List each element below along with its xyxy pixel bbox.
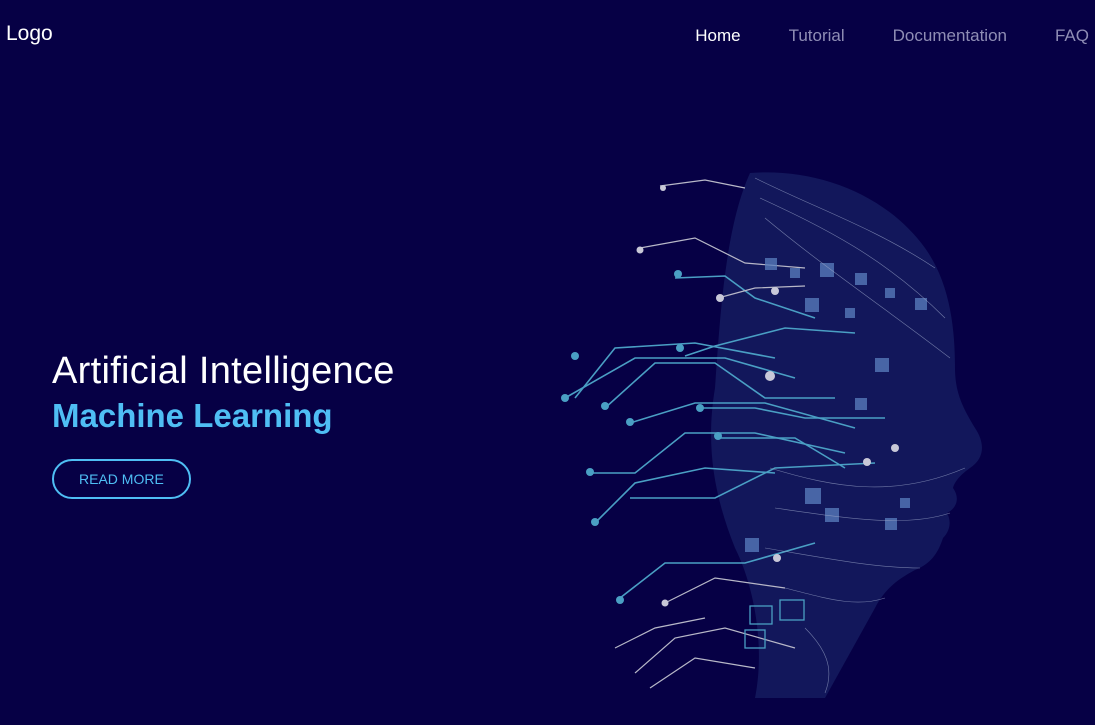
landing-page: Logo Home Tutorial Documentation FAQ Art… bbox=[0, 0, 1095, 725]
hero-text: Artificial Intelligence Machine Learning… bbox=[52, 350, 395, 499]
nav-documentation[interactable]: Documentation bbox=[893, 26, 1007, 46]
hero-title: Artificial Intelligence bbox=[52, 350, 395, 392]
ai-head-illustration bbox=[561, 172, 982, 698]
nav-home[interactable]: Home bbox=[695, 26, 740, 46]
logo[interactable]: Logo bbox=[6, 22, 53, 46]
main-nav: Home Tutorial Documentation FAQ bbox=[647, 26, 1089, 46]
read-more-button[interactable]: READ MORE bbox=[52, 459, 191, 499]
nav-tutorial[interactable]: Tutorial bbox=[789, 26, 845, 46]
head-silhouette bbox=[711, 172, 982, 698]
hero-subtitle: Machine Learning bbox=[52, 397, 333, 434]
circuit-nodes bbox=[561, 270, 722, 604]
nav-faq[interactable]: FAQ bbox=[1055, 26, 1089, 46]
